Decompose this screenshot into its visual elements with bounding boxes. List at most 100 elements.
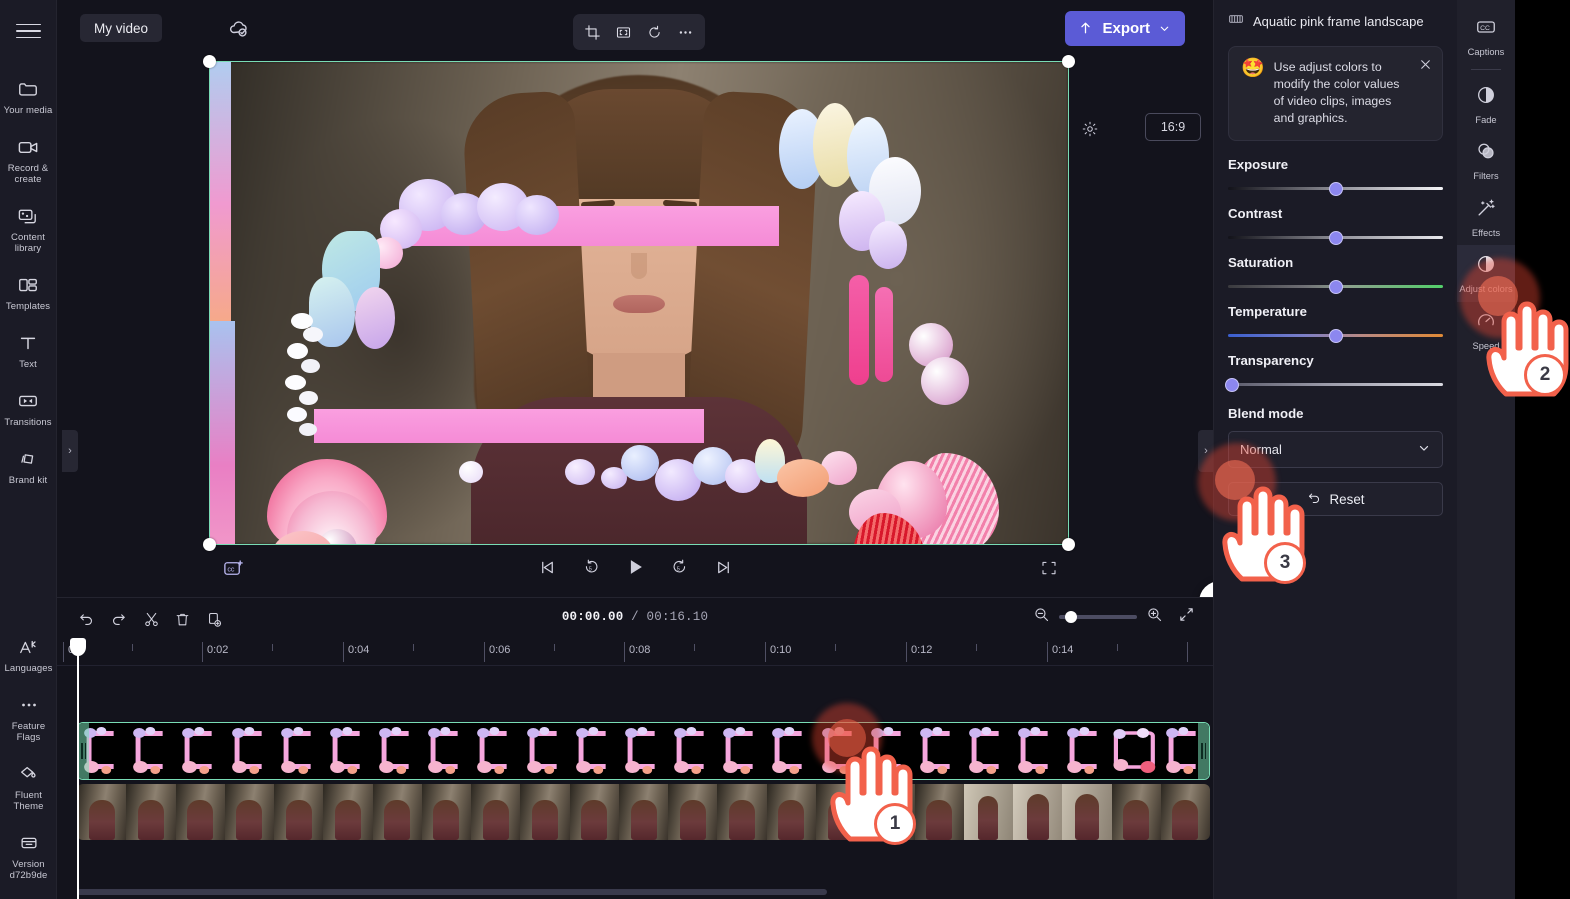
rail-item-captions[interactable]: CC Captions (1457, 8, 1515, 65)
sidebar-item-brand-kit[interactable]: Brand kit (0, 440, 57, 492)
star-struck-emoji: 🤩 (1241, 58, 1265, 79)
saturation-label: Saturation (1228, 255, 1294, 270)
cc-plus-icon[interactable]: cc (215, 552, 251, 584)
rail-item-adjust-colors[interactable]: Adjust colors (1457, 245, 1515, 302)
collapse-right-panel-button[interactable]: › (1198, 430, 1214, 472)
aspect-ratio-badge[interactable]: 16:9 (1145, 113, 1201, 141)
temperature-slider-knob[interactable] (1328, 328, 1343, 343)
skip-to-start-icon[interactable] (532, 552, 562, 582)
temperature-label: Temperature (1228, 304, 1307, 319)
skip-to-end-icon[interactable] (708, 552, 738, 582)
right-toolbar: CC Captions Fade Filters Effects Adjust … (1457, 0, 1515, 899)
rail-label: Captions (1467, 47, 1505, 57)
cloud-saved-icon[interactable] (227, 16, 251, 40)
playhead[interactable] (70, 638, 86, 899)
sidebar-label: Your media (3, 105, 53, 116)
sidebar-item-your-media[interactable]: Your media (0, 70, 57, 122)
temperature-slider[interactable] (1228, 328, 1443, 343)
exposure-slider-block: Exposure (1214, 157, 1457, 196)
contrast-slider-block: Contrast (1214, 206, 1457, 245)
sidebar-item-text[interactable]: Text (0, 324, 57, 376)
video-canvas[interactable] (209, 61, 1069, 545)
sidebar-item-record-create[interactable]: Record & create (0, 128, 57, 191)
rotate-icon[interactable] (640, 18, 669, 46)
sidebar-item-transitions[interactable]: Transitions (0, 382, 57, 434)
sidebar-label: Content library (11, 232, 45, 254)
exposure-slider[interactable] (1228, 181, 1443, 196)
transparency-label: Transparency (1228, 353, 1314, 368)
sidebar-item-fluent-theme[interactable]: Fluent Theme (0, 755, 57, 818)
rail-item-fade[interactable]: Fade (1457, 76, 1515, 133)
zoom-slider-knob[interactable] (1065, 611, 1077, 623)
fit-frame-icon[interactable] (609, 18, 638, 46)
svg-text:cc: cc (227, 565, 235, 573)
theme-droplet-icon (17, 762, 41, 786)
playback-controls: 5 5 (532, 552, 738, 582)
reset-button[interactable]: Reset (1228, 482, 1443, 516)
expand-left-panel-button[interactable]: › (62, 430, 78, 472)
fullscreen-icon[interactable] (1033, 552, 1065, 584)
hamburger-icon[interactable] (12, 16, 44, 46)
adjust-colors-panel: Aquatic pink frame landscape 🤩 Use adjus… (1213, 0, 1457, 899)
sidebar-item-version[interactable]: Version d72b9de (0, 824, 57, 887)
play-icon[interactable] (620, 552, 650, 582)
timeline-zoom-slider[interactable] (1059, 611, 1137, 623)
panel-header: Aquatic pink frame landscape (1214, 0, 1457, 42)
timeline-ruler[interactable]: 0 0:02 0:04 0:06 0:08 0:10 0:12 0:14 (57, 638, 1213, 666)
contrast-slider-knob[interactable] (1328, 230, 1343, 245)
sidebar-label: Transitions (4, 417, 52, 428)
exposure-slider-knob[interactable] (1328, 181, 1343, 196)
zoom-in-icon[interactable] (1146, 606, 1163, 628)
ruler-label: 0:02 (207, 644, 229, 656)
exposure-label: Exposure (1228, 157, 1289, 172)
sidebar-items: Your media Record & create Content libra… (0, 70, 56, 498)
sidebar-item-content-library[interactable]: Content library (0, 197, 57, 260)
rail-label: Adjust colors (1459, 284, 1513, 294)
timeline-toolbar: 00:00.00 / 00:16.10 (57, 598, 1213, 638)
templates-icon (16, 273, 40, 297)
svg-text:CC: CC (1480, 25, 1490, 32)
timeline-video-clip[interactable] (77, 784, 1210, 840)
ruler-label: 0:10 (770, 644, 792, 656)
svg-text:5: 5 (588, 566, 591, 572)
rewind-5-icon[interactable]: 5 (576, 552, 606, 582)
rail-item-speed[interactable]: Speed (1457, 302, 1515, 359)
rail-item-effects[interactable]: Effects (1457, 189, 1515, 246)
trim-handle-left[interactable] (78, 723, 89, 779)
saturation-slider[interactable] (1228, 279, 1443, 294)
timeline-horizontal-scrollbar[interactable] (77, 889, 827, 895)
sidebar-label: Text (19, 359, 37, 370)
rail-divider (1471, 68, 1501, 70)
sidebar-item-languages[interactable]: Languages (0, 628, 57, 680)
tip-text: Use adjust colors to modify the color va… (1273, 60, 1400, 125)
rail-item-filters[interactable]: Filters (1457, 132, 1515, 189)
export-button[interactable]: Export (1065, 11, 1185, 46)
forward-5-icon[interactable]: 5 (664, 552, 694, 582)
sidebar-item-feature-flags[interactable]: Feature Flags (0, 686, 57, 749)
sidebar-item-templates[interactable]: Templates (0, 266, 57, 318)
blend-mode-dropdown[interactable]: Normal (1228, 431, 1443, 468)
video-camera-icon (16, 135, 40, 159)
fit-timeline-icon[interactable] (1178, 606, 1195, 628)
zoom-out-icon[interactable] (1033, 606, 1050, 628)
trim-handle-right[interactable] (1198, 723, 1209, 779)
video-thumbnails (77, 784, 1210, 840)
right-edge-filler (1515, 0, 1570, 899)
saturation-slider-knob[interactable] (1328, 279, 1343, 294)
crop-icon[interactable] (578, 18, 607, 46)
adjust-colors-icon (1475, 253, 1497, 280)
gear-icon[interactable] (1075, 114, 1105, 144)
transparency-slider-knob[interactable] (1225, 377, 1240, 392)
fade-icon (1475, 84, 1497, 111)
close-icon[interactable] (1416, 55, 1434, 73)
preview-area: 16:9 cc 5 5 (57, 55, 1251, 658)
transparency-slider-block: Transparency (1214, 353, 1457, 392)
timeline-overlay-clip[interactable] (77, 722, 1210, 780)
playhead-handle[interactable] (70, 638, 86, 656)
ellipsis-icon[interactable] (671, 18, 700, 46)
contrast-slider[interactable] (1228, 230, 1443, 245)
transitions-icon (16, 389, 40, 413)
project-name-field[interactable]: My video (80, 14, 163, 42)
transparency-slider[interactable] (1225, 377, 1443, 392)
person-video-frame (409, 67, 869, 545)
